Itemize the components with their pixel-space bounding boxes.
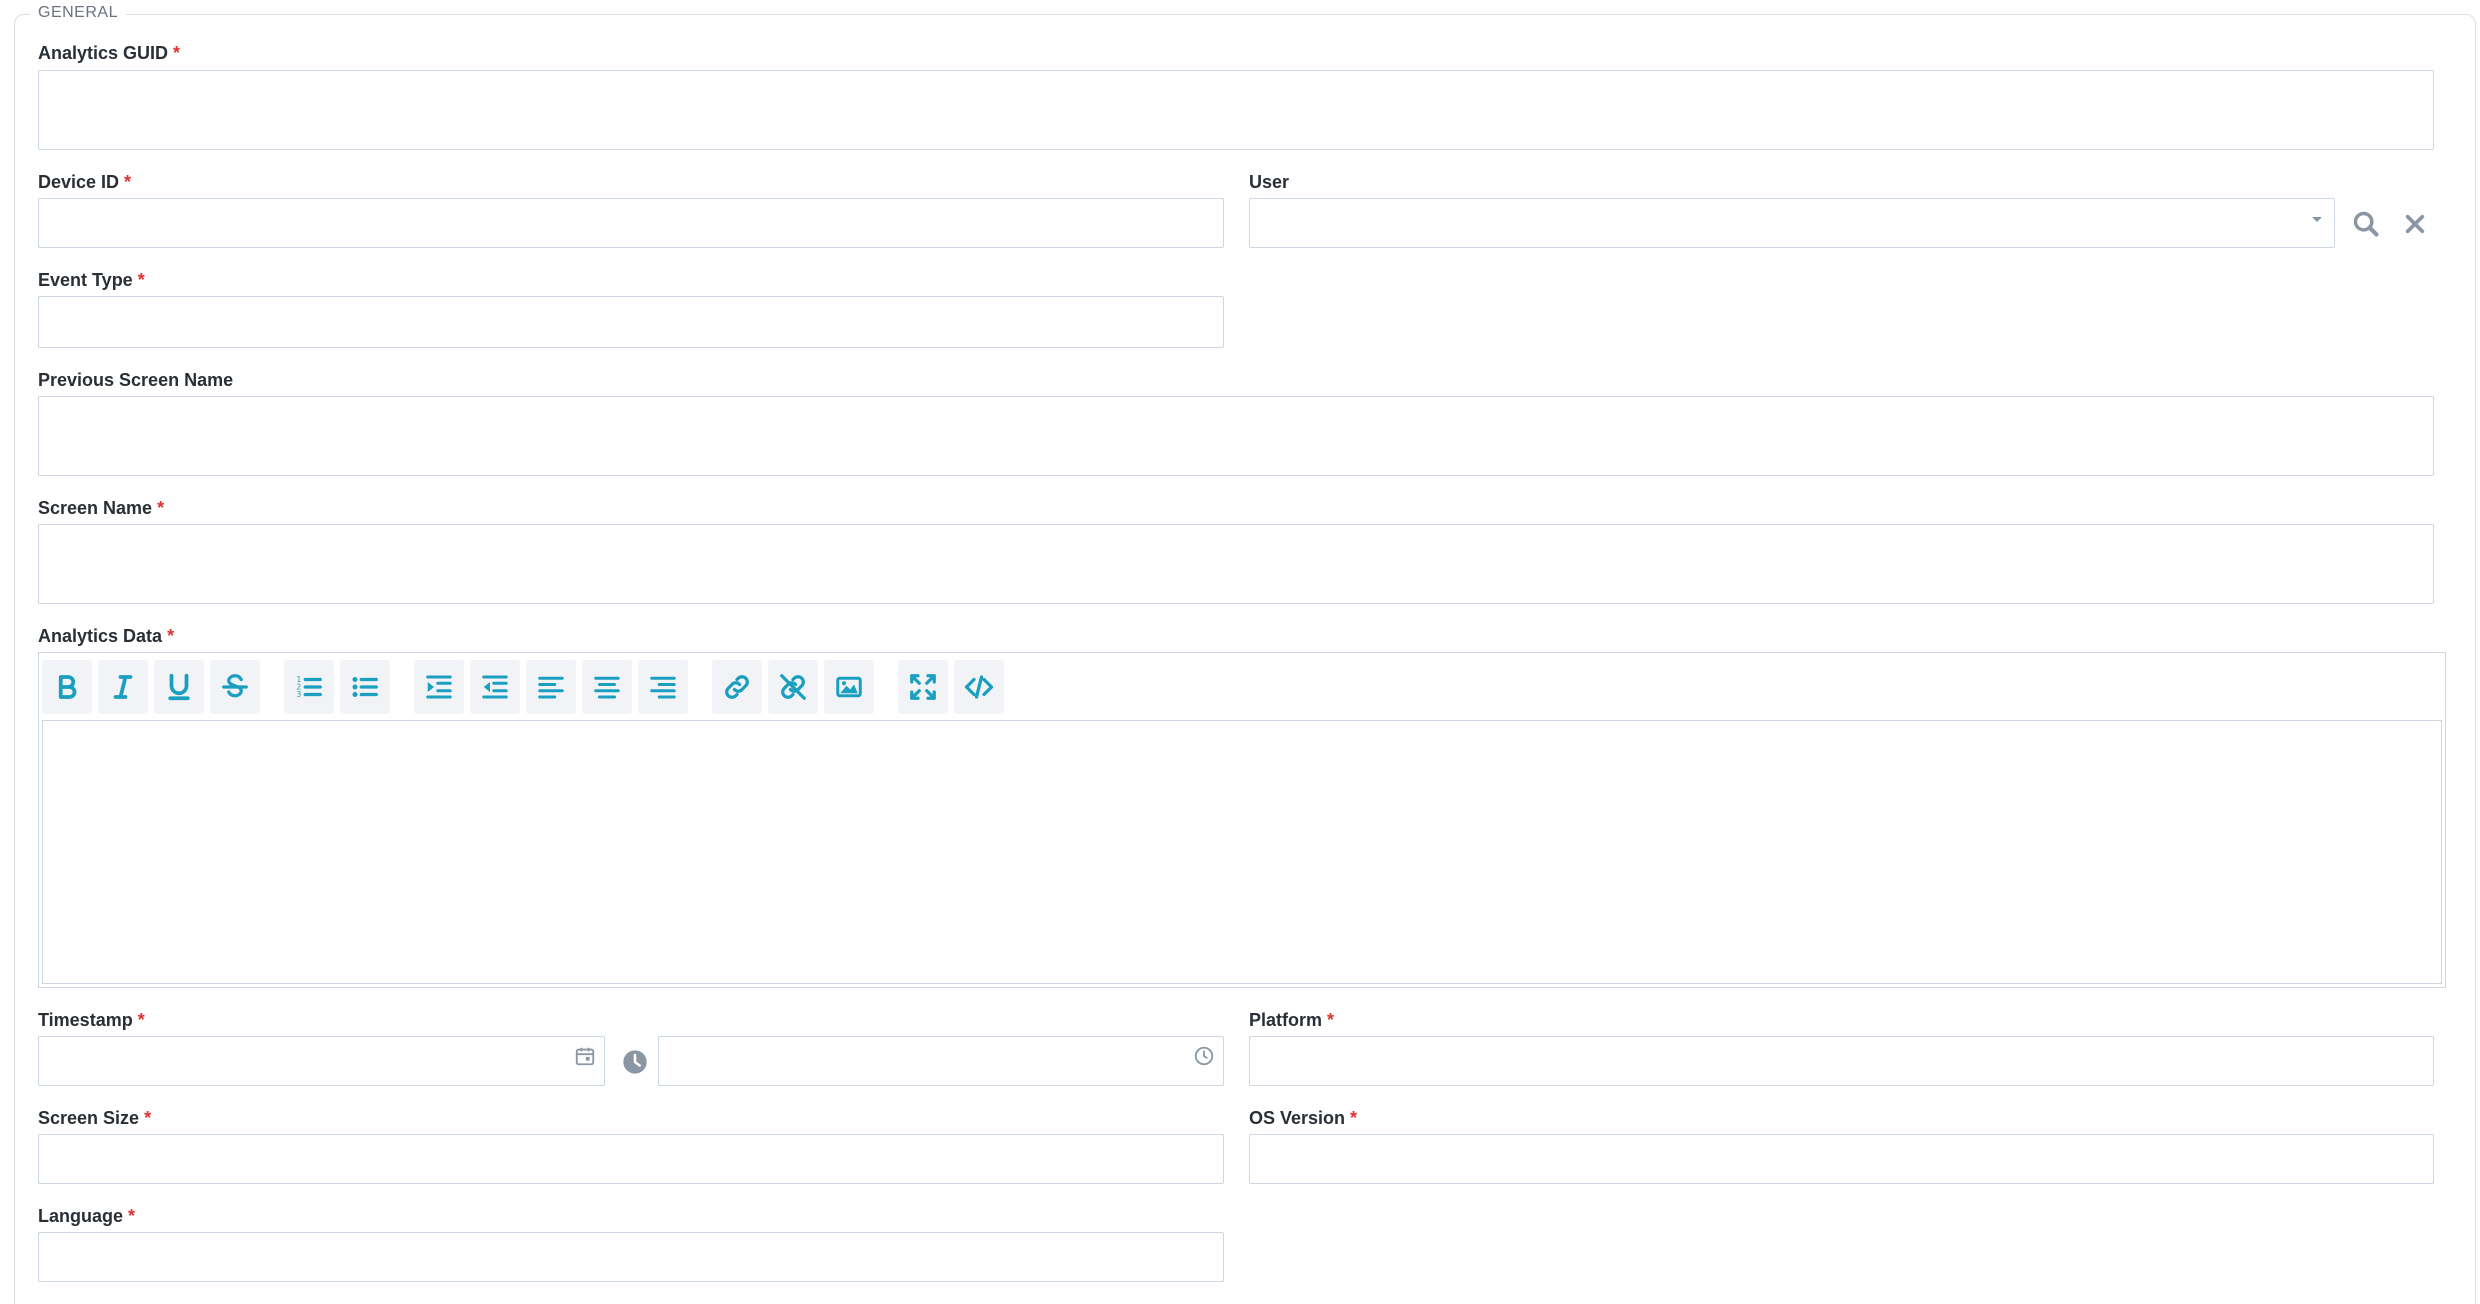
user-input[interactable] [1250,199,2334,247]
previous-screen-name-field[interactable] [38,396,2434,476]
language-field[interactable] [38,1232,1224,1282]
align-right-icon[interactable] [638,660,688,714]
analytics-data-editor[interactable] [42,720,2442,984]
link-icon[interactable] [712,660,762,714]
device-id-label: Device ID * [38,172,132,192]
device-id-input[interactable] [39,199,1223,247]
previous-screen-name-input[interactable] [39,397,2433,475]
timestamp-time-field[interactable] [658,1036,1224,1086]
clear-icon[interactable] [2399,208,2431,240]
language-input[interactable] [39,1233,1223,1281]
os-version-input[interactable] [1250,1135,2433,1183]
italic-icon[interactable] [98,660,148,714]
unordered-list-icon[interactable] [340,660,390,714]
align-center-icon[interactable] [582,660,632,714]
event-type-label: Event Type * [38,270,145,290]
code-view-icon[interactable] [954,660,1004,714]
analytics-guid-input[interactable] [39,71,2433,149]
calendar-icon[interactable] [572,1043,598,1069]
platform-label: Platform * [1249,1010,1335,1030]
user-select[interactable] [1249,198,2335,248]
event-type-field[interactable] [38,296,1224,348]
screen-size-label: Screen Size * [38,1108,152,1128]
timestamp-label: Timestamp * [38,1010,145,1030]
search-icon[interactable] [2350,208,2382,240]
timestamp-date-field[interactable] [38,1036,605,1086]
analytics-guid-field[interactable] [38,70,2434,150]
ordered-list-icon[interactable]: 123 [284,660,334,714]
svg-text:3: 3 [297,690,302,699]
event-type-input[interactable] [39,297,1223,347]
fullscreen-icon[interactable] [898,660,948,714]
analytics-data-textarea[interactable] [43,721,2441,983]
timestamp-time-input[interactable] [659,1037,1223,1085]
screen-name-input[interactable] [39,525,2433,603]
previous-screen-name-label: Previous Screen Name [38,370,234,390]
editor-toolbar: 123 [38,654,2444,720]
platform-field[interactable] [1249,1036,2434,1086]
time-picker-icon[interactable] [1191,1043,1217,1069]
os-version-field[interactable] [1249,1134,2434,1184]
indent-icon[interactable] [414,660,464,714]
device-id-field[interactable] [38,198,1224,248]
analytics-data-label: Analytics Data * [38,626,175,646]
language-label: Language * [38,1206,136,1226]
bold-icon[interactable] [42,660,92,714]
clock-icon [619,1046,651,1078]
platform-input[interactable] [1250,1037,2433,1085]
section-legend: GENERAL [30,4,126,22]
user-label: User [1249,172,1290,192]
screen-size-input[interactable] [39,1135,1223,1183]
timestamp-date-input[interactable] [39,1037,604,1085]
os-version-label: OS Version * [1249,1108,1358,1128]
screen-name-label: Screen Name * [38,498,165,518]
unlink-icon[interactable] [768,660,818,714]
image-icon[interactable] [824,660,874,714]
strikethrough-icon[interactable] [210,660,260,714]
screen-size-field[interactable] [38,1134,1224,1184]
screen-name-field[interactable] [38,524,2434,604]
align-left-icon[interactable] [526,660,576,714]
dropdown-caret-icon[interactable] [2310,213,2324,227]
outdent-icon[interactable] [470,660,520,714]
underline-icon[interactable] [154,660,204,714]
analytics-guid-label: Analytics GUID * [38,43,181,63]
